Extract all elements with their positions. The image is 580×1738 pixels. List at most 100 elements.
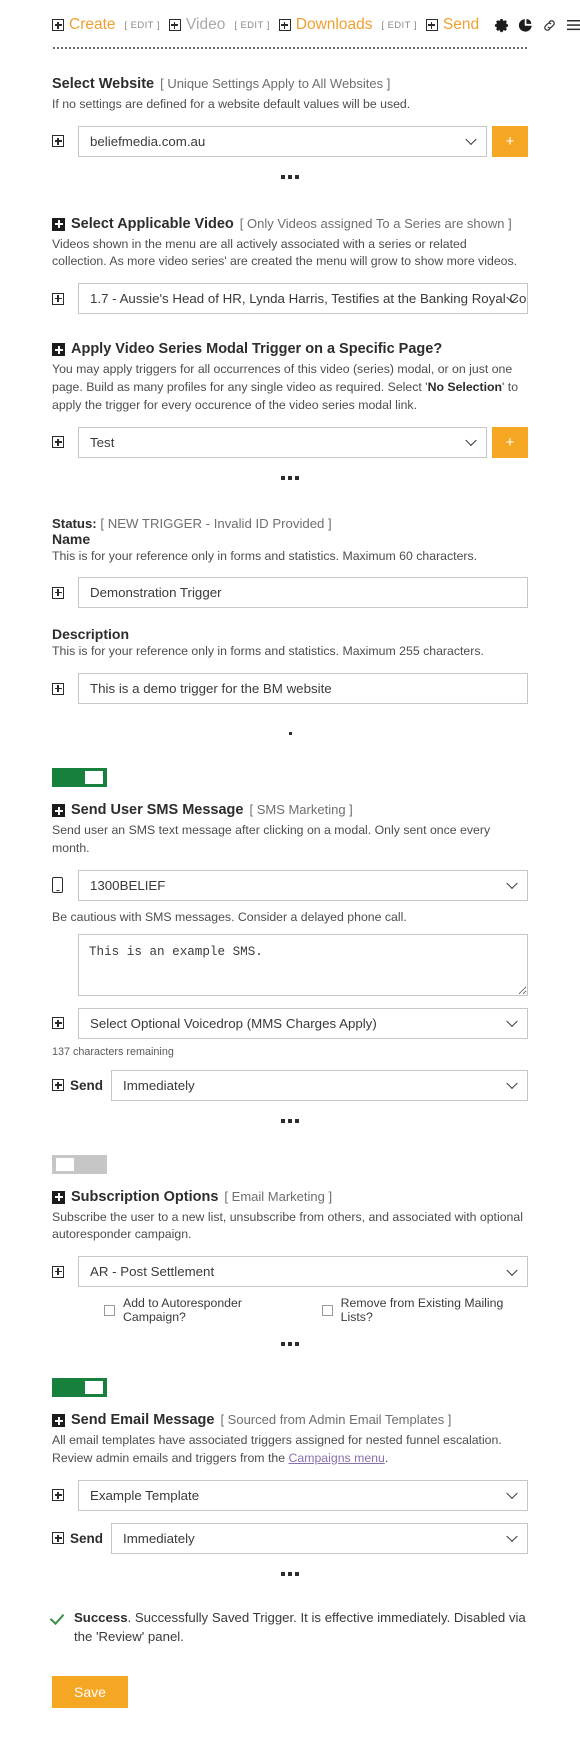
toggle-knob: [85, 1381, 103, 1395]
description-input[interactable]: This is a demo trigger for the BM websit…: [78, 673, 528, 705]
page-trigger-title: Apply Video Series Modal Trigger on a Sp…: [52, 340, 528, 359]
expand-prefix[interactable]: [52, 427, 78, 458]
description-help-text: This is for your reference only in forms…: [52, 644, 484, 659]
select-video-row: 1.7 - Aussie's Head of HR, Lynda Harris,…: [52, 283, 528, 315]
email-title-text: Send Email Message: [71, 1412, 215, 1429]
toggle-knob: [56, 1157, 74, 1171]
sms-toggle[interactable]: [52, 768, 107, 788]
plus-square-icon[interactable]: [52, 1265, 64, 1278]
nav-link-create[interactable]: Create: [69, 16, 116, 34]
textarea-prefix: [52, 934, 78, 996]
expand-prefix[interactable]: [52, 1480, 78, 1511]
plus-filled-icon[interactable]: [52, 804, 65, 818]
section-divider-dots: [52, 1342, 528, 1356]
nav-edit-downloads[interactable]: [ EDIT ]: [381, 20, 416, 31]
plus-square-icon[interactable]: [52, 436, 64, 448]
plus-square-icon[interactable]: [52, 1079, 64, 1092]
expand-prefix[interactable]: [52, 1256, 78, 1287]
nav-edit-create[interactable]: [ EDIT ]: [125, 20, 160, 31]
add-page-trigger-button[interactable]: +: [492, 426, 528, 458]
page-trigger-title-text: Apply Video Series Modal Trigger on a Sp…: [71, 341, 443, 358]
section-email: Send Email Message [ Sourced from Admin …: [52, 1378, 528, 1554]
select-website-title-text: Select Website: [52, 76, 155, 92]
sms-sender-row: 1300BELIEF: [52, 869, 528, 901]
sms-send-label: Send: [70, 1077, 104, 1093]
add-website-button[interactable]: +: [492, 125, 528, 157]
name-input[interactable]: Demonstration Trigger: [78, 577, 528, 609]
expand-prefix[interactable]: [52, 1008, 78, 1039]
section-divider-dots: [52, 475, 528, 490]
email-send-label: Send: [70, 1530, 104, 1546]
sms-sender-select[interactable]: 1300BELIEF: [78, 869, 528, 901]
characters-remaining-counter: 137 characters remaining: [52, 1045, 174, 1058]
nav-link-downloads[interactable]: Downloads: [296, 16, 373, 34]
sms-send-row: Send Immediately: [52, 1069, 528, 1101]
video-select[interactable]: 1.7 - Aussie's Head of HR, Lynda Harris,…: [78, 283, 528, 315]
phone-prefix: [52, 870, 78, 901]
link-icon[interactable]: [542, 18, 557, 33]
expand-prefix[interactable]: [52, 673, 78, 704]
plus-square-icon[interactable]: [168, 19, 181, 31]
select-website-description: If no settings are defined for a website…: [52, 96, 411, 111]
email-subtitle: [ Sourced from Admin Email Templates ]: [220, 1412, 452, 1428]
subscription-toggle[interactable]: [52, 1154, 107, 1174]
select-video-title-text: Select Applicable Video: [71, 215, 234, 232]
select-website-row: beliefmedia.com.au +: [52, 125, 528, 157]
pie-chart-icon[interactable]: [518, 18, 533, 33]
sms-description: Send user an SMS text message after clic…: [52, 823, 491, 855]
sms-subtitle: [ SMS Marketing ]: [249, 802, 353, 818]
campaigns-menu-link[interactable]: Campaigns menu: [288, 1451, 384, 1465]
subscription-description: Subscribe the user to a new list, unsubs…: [52, 1209, 523, 1242]
sms-send-select[interactable]: Immediately: [111, 1069, 528, 1101]
subscription-checkbox-row: Add to Autoresponder Campaign? Remove fr…: [104, 1296, 528, 1324]
nav-link-send[interactable]: Send: [443, 16, 479, 34]
gear-icon[interactable]: [494, 18, 509, 33]
section-status: Status: [ NEW TRIGGER - Invalid ID Provi…: [52, 490, 528, 705]
toggle-knob: [85, 771, 103, 785]
save-button[interactable]: Save: [52, 1675, 128, 1708]
voicedrop-select[interactable]: Select Optional Voicedrop (MMS Charges A…: [78, 1007, 528, 1039]
email-template-select[interactable]: Example Template: [78, 1479, 528, 1511]
section-sms: Send User SMS Message [ SMS Marketing ] …: [52, 768, 528, 1101]
plus-filled-icon[interactable]: [52, 217, 65, 231]
hamburger-menu-icon[interactable]: [566, 18, 580, 32]
email-send-select[interactable]: Immediately: [111, 1522, 528, 1554]
plus-square-icon[interactable]: [52, 1489, 64, 1502]
plus-filled-icon[interactable]: [52, 1190, 65, 1204]
plus-square-icon[interactable]: [52, 586, 64, 599]
checkbox-add-autoresponder[interactable]: [104, 1304, 115, 1316]
subscription-title-text: Subscription Options: [71, 1188, 219, 1205]
nav-link-video[interactable]: Video: [186, 16, 225, 34]
expand-prefix[interactable]: [52, 283, 78, 314]
section-select-video: Select Applicable Video [ Only Videos as…: [52, 189, 528, 315]
sms-send-label-group: Send: [52, 1070, 111, 1101]
nav-item-video[interactable]: Video [ EDIT ]: [168, 16, 270, 34]
plus-square-icon[interactable]: [278, 19, 291, 31]
description-row: This is a demo trigger for the BM websit…: [52, 673, 528, 705]
email-template-row: Example Template: [52, 1479, 528, 1511]
checkbox-remove-mailing-lists[interactable]: [321, 1304, 333, 1316]
voicedrop-row: Select Optional Voicedrop (MMS Charges A…: [52, 1007, 528, 1039]
sms-message-textarea[interactable]: [78, 933, 528, 996]
sms-title: Send User SMS Message [ SMS Marketing ]: [52, 801, 528, 820]
plus-square-icon[interactable]: [52, 682, 64, 695]
expand-prefix[interactable]: [52, 126, 78, 157]
plus-square-icon[interactable]: [52, 19, 64, 31]
plus-square-icon[interactable]: [52, 292, 64, 305]
plus-filled-icon[interactable]: [52, 1414, 65, 1428]
nav-edit-video[interactable]: [ EDIT ]: [234, 20, 269, 31]
expand-prefix[interactable]: [52, 577, 78, 608]
nav-item-create[interactable]: Create [ EDIT ]: [52, 16, 160, 34]
subscription-list-select[interactable]: AR - Post Settlement: [78, 1256, 528, 1288]
nav-item-send[interactable]: Send: [425, 16, 479, 34]
website-select[interactable]: beliefmedia.com.au: [78, 125, 487, 157]
email-toggle[interactable]: [52, 1378, 107, 1398]
plus-filled-icon[interactable]: [52, 343, 65, 357]
plus-square-icon[interactable]: [52, 1017, 64, 1030]
checkbox-remove-mailing-lists-label: Remove from Existing Mailing Lists?: [340, 1296, 504, 1325]
plus-square-icon[interactable]: [52, 135, 64, 148]
nav-item-downloads[interactable]: Downloads [ EDIT ]: [278, 16, 417, 34]
page-trigger-select[interactable]: Test: [78, 426, 487, 458]
plus-square-icon[interactable]: [425, 19, 438, 31]
plus-square-icon[interactable]: [52, 1532, 64, 1545]
